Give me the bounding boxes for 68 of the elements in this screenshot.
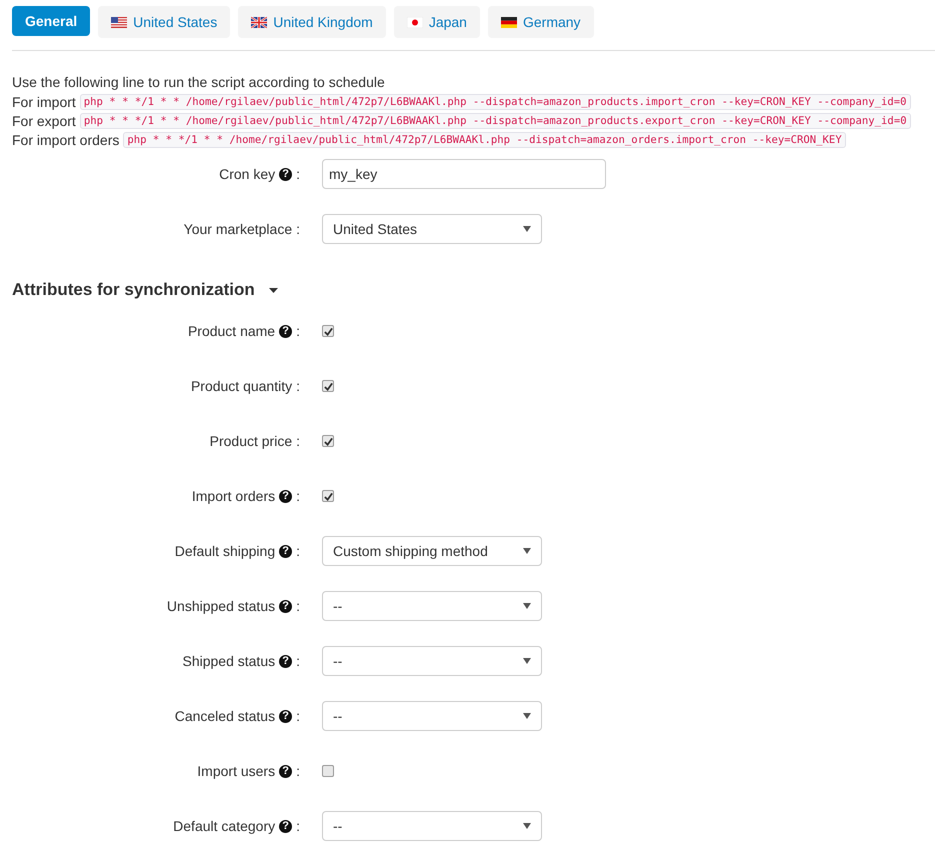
section-heading[interactable]: Attributes for synchronization (12, 280, 255, 300)
colon-text: : (296, 598, 300, 614)
checkbox[interactable] (322, 765, 334, 777)
colon-text: : (296, 708, 300, 724)
dropdown[interactable]: -- (322, 811, 542, 841)
dropdown[interactable]: -- (322, 591, 542, 621)
colon-text: : (296, 543, 300, 559)
code-snippet: php * * */1 * * /home/rgilaev/public_html/472p7/L6BWAAKl.php --dispatch=amazon_products.import_cron --key=CRON_KEY --company_id=0 (80, 94, 911, 110)
dropdown[interactable]: United States (322, 214, 542, 244)
tab[interactable]: Japan (394, 6, 480, 38)
help-icon[interactable]: ? (279, 168, 292, 180)
colon-text: : (296, 488, 300, 504)
field-label: Default shipping (174, 543, 276, 559)
tab[interactable]: General (12, 6, 90, 36)
field-label: Product quantity (190, 378, 292, 394)
dropdown-arrow-icon (523, 226, 531, 232)
help-icon[interactable]: ? (279, 544, 292, 558)
colon-text: : (296, 818, 300, 834)
colon-text: : (296, 378, 300, 394)
tab[interactable]: Germany (488, 6, 594, 38)
tab[interactable]: United States (98, 6, 230, 38)
help-icon[interactable]: ? (279, 764, 292, 778)
colon-text: : (296, 221, 300, 237)
help-icon[interactable]: ? (279, 820, 292, 832)
command-label: For export (12, 113, 76, 129)
help-icon[interactable]: ? (279, 600, 292, 612)
field-label: Import orders (192, 488, 276, 504)
code-snippet: php * * */1 * * /home/rgilaev/public_html/472p7/L6BWAAKl.php --dispatch=amazon_orders.import_cron --key=CRON_KEY (123, 132, 846, 148)
colon-text: : (296, 166, 300, 182)
help-icon[interactable]: ? (279, 710, 292, 722)
field-label: Default category (173, 818, 276, 834)
command-label: For import orders (12, 132, 120, 148)
field-label: Cron key (219, 166, 276, 182)
checkbox[interactable] (322, 490, 334, 502)
field-label: Canceled status (174, 708, 276, 724)
field-label: Your marketplace (184, 221, 292, 237)
colon-text: : (296, 433, 300, 449)
dropdown[interactable]: -- (322, 646, 542, 676)
dropdown[interactable]: -- (322, 701, 542, 731)
dropdown-arrow-icon (523, 548, 531, 554)
instruction-text: Use the following line to run the script according to schedule (12, 73, 386, 91)
field-label: Import users (197, 763, 276, 779)
colon-text: : (296, 763, 300, 779)
field-label: Product price (210, 433, 292, 449)
tab[interactable]: United Kingdom (238, 6, 386, 38)
colon-text: : (296, 323, 300, 339)
dropdown-arrow-icon (523, 658, 531, 664)
command-label: For import (12, 94, 76, 110)
dropdown-arrow-icon (523, 603, 531, 609)
dropdown-arrow-icon (523, 823, 531, 829)
dropdown[interactable]: Custom shipping method (322, 536, 542, 566)
help-icon[interactable]: ? (279, 490, 292, 502)
field-label: Shipped status (182, 653, 276, 669)
checkbox[interactable] (322, 325, 334, 337)
checkbox[interactable] (322, 435, 334, 447)
help-icon[interactable]: ? (279, 654, 292, 668)
dropdown-arrow-icon (523, 713, 531, 719)
colon-text: : (296, 653, 300, 669)
us-flag-icon (111, 16, 128, 28)
checkbox[interactable] (322, 380, 334, 392)
field-label: Unshipped status (166, 598, 276, 614)
text-field[interactable]: my_key (322, 159, 606, 189)
japan-flag-icon (406, 16, 423, 28)
help-icon[interactable]: ? (279, 324, 292, 338)
field-label: Product name (188, 323, 276, 339)
code-snippet: php * * */1 * * /home/rgilaev/public_html/472p7/L6BWAAKl.php --dispatch=amazon_products.export_cron --key=CRON_KEY --company_id=0 (80, 113, 911, 129)
germany-flag-icon (500, 16, 517, 28)
uk-flag-icon (251, 16, 268, 28)
